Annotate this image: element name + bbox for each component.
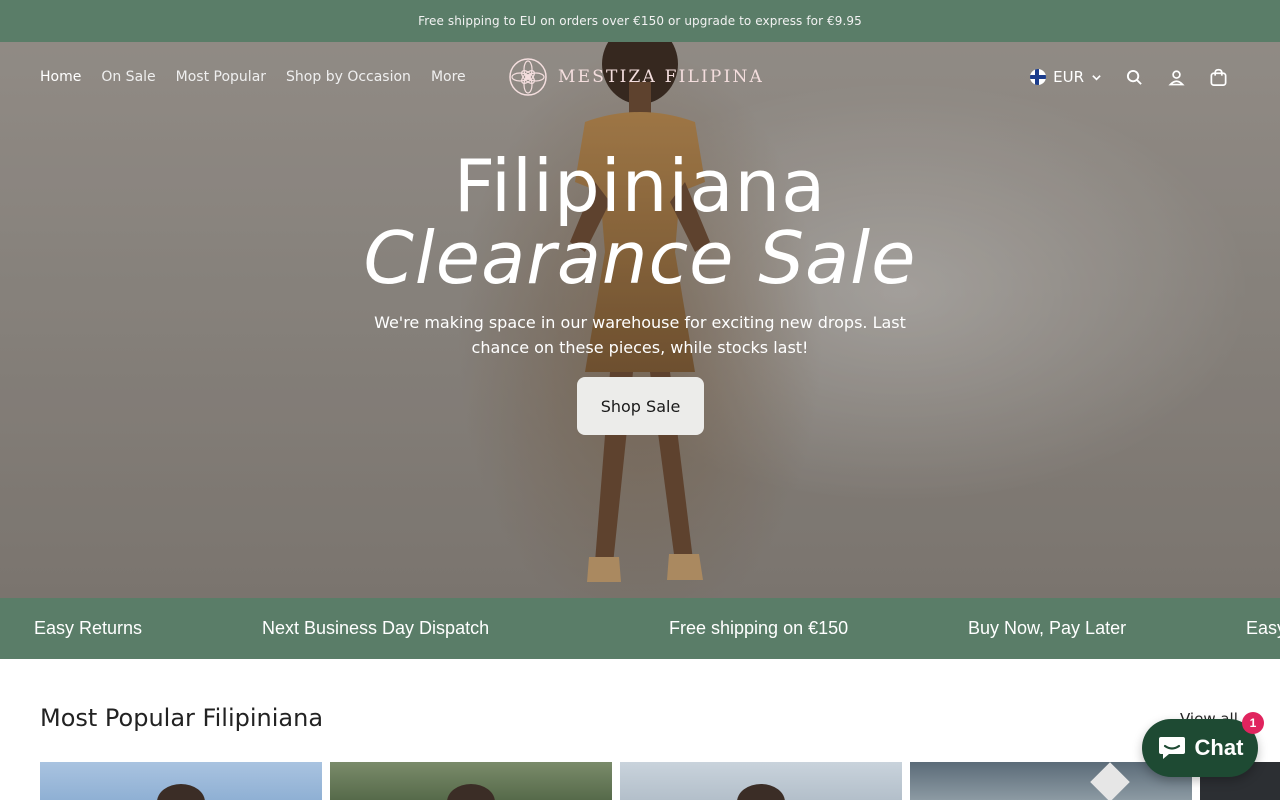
finland-flag-icon	[1030, 69, 1047, 85]
currency-code: EUR	[1053, 68, 1084, 86]
usp-item: Buy Now, Pay Later	[968, 618, 1127, 638]
nav-on-sale[interactable]: On Sale	[101, 69, 155, 85]
section-title: Most Popular Filipiniana	[40, 704, 324, 732]
chevron-down-icon	[1092, 74, 1101, 81]
main-nav: Home On Sale Most Popular Shop by Occasi…	[40, 42, 466, 112]
hero-subtitle: We're making space in our warehouse for …	[374, 313, 906, 357]
search-button[interactable]	[1124, 67, 1144, 87]
nav-shop-by-occasion[interactable]: Shop by Occasion	[286, 69, 411, 85]
site-header: Home On Sale Most Popular Shop by Occasi…	[0, 42, 1280, 112]
currency-selector[interactable]: EUR	[1030, 68, 1102, 86]
hero-title-line1: Filipiniana	[453, 144, 827, 228]
nav-most-popular[interactable]: Most Popular	[176, 69, 266, 85]
bag-icon	[1210, 68, 1226, 86]
shop-sale-button[interactable]: Shop Sale	[577, 377, 704, 435]
logo-text: MESTIZA FILIPINA	[558, 67, 765, 87]
nav-more[interactable]: More	[431, 69, 466, 85]
product-card[interactable]	[620, 762, 902, 800]
header-actions: EUR	[1030, 42, 1228, 112]
lotus-logo-icon	[509, 58, 547, 96]
product-card[interactable]	[40, 762, 322, 800]
product-card[interactable]	[330, 762, 612, 800]
account-button[interactable]	[1166, 67, 1186, 87]
usp-item: Easy Returns	[34, 618, 143, 638]
usp-marquee: Easy Returns Next Business Day Dispatch …	[0, 598, 1280, 659]
usp-item: Easy	[1246, 618, 1280, 638]
chat-bubble-icon	[1158, 737, 1185, 759]
product-image	[447, 784, 495, 800]
chat-notification-badge: 1	[1242, 712, 1264, 734]
nav-home[interactable]: Home	[40, 69, 81, 85]
cart-button[interactable]	[1208, 67, 1228, 87]
chat-label: Chat	[1194, 735, 1244, 760]
product-image	[157, 784, 205, 800]
usp-item: Next Business Day Dispatch	[262, 618, 490, 638]
announcement-bar: Free shipping to EU on orders over €150 …	[0, 0, 1280, 42]
usp-item: Free shipping on €150	[669, 618, 849, 638]
hero-title-line2: Clearance Sale	[363, 216, 917, 300]
product-image	[737, 784, 785, 800]
chat-button[interactable]: Chat	[1142, 719, 1258, 777]
site-logo[interactable]: MESTIZA FILIPINA	[508, 56, 764, 98]
account-icon	[1167, 69, 1185, 85]
announcement-text: Free shipping to EU on orders over €150 …	[418, 14, 862, 28]
search-icon	[1126, 69, 1142, 85]
